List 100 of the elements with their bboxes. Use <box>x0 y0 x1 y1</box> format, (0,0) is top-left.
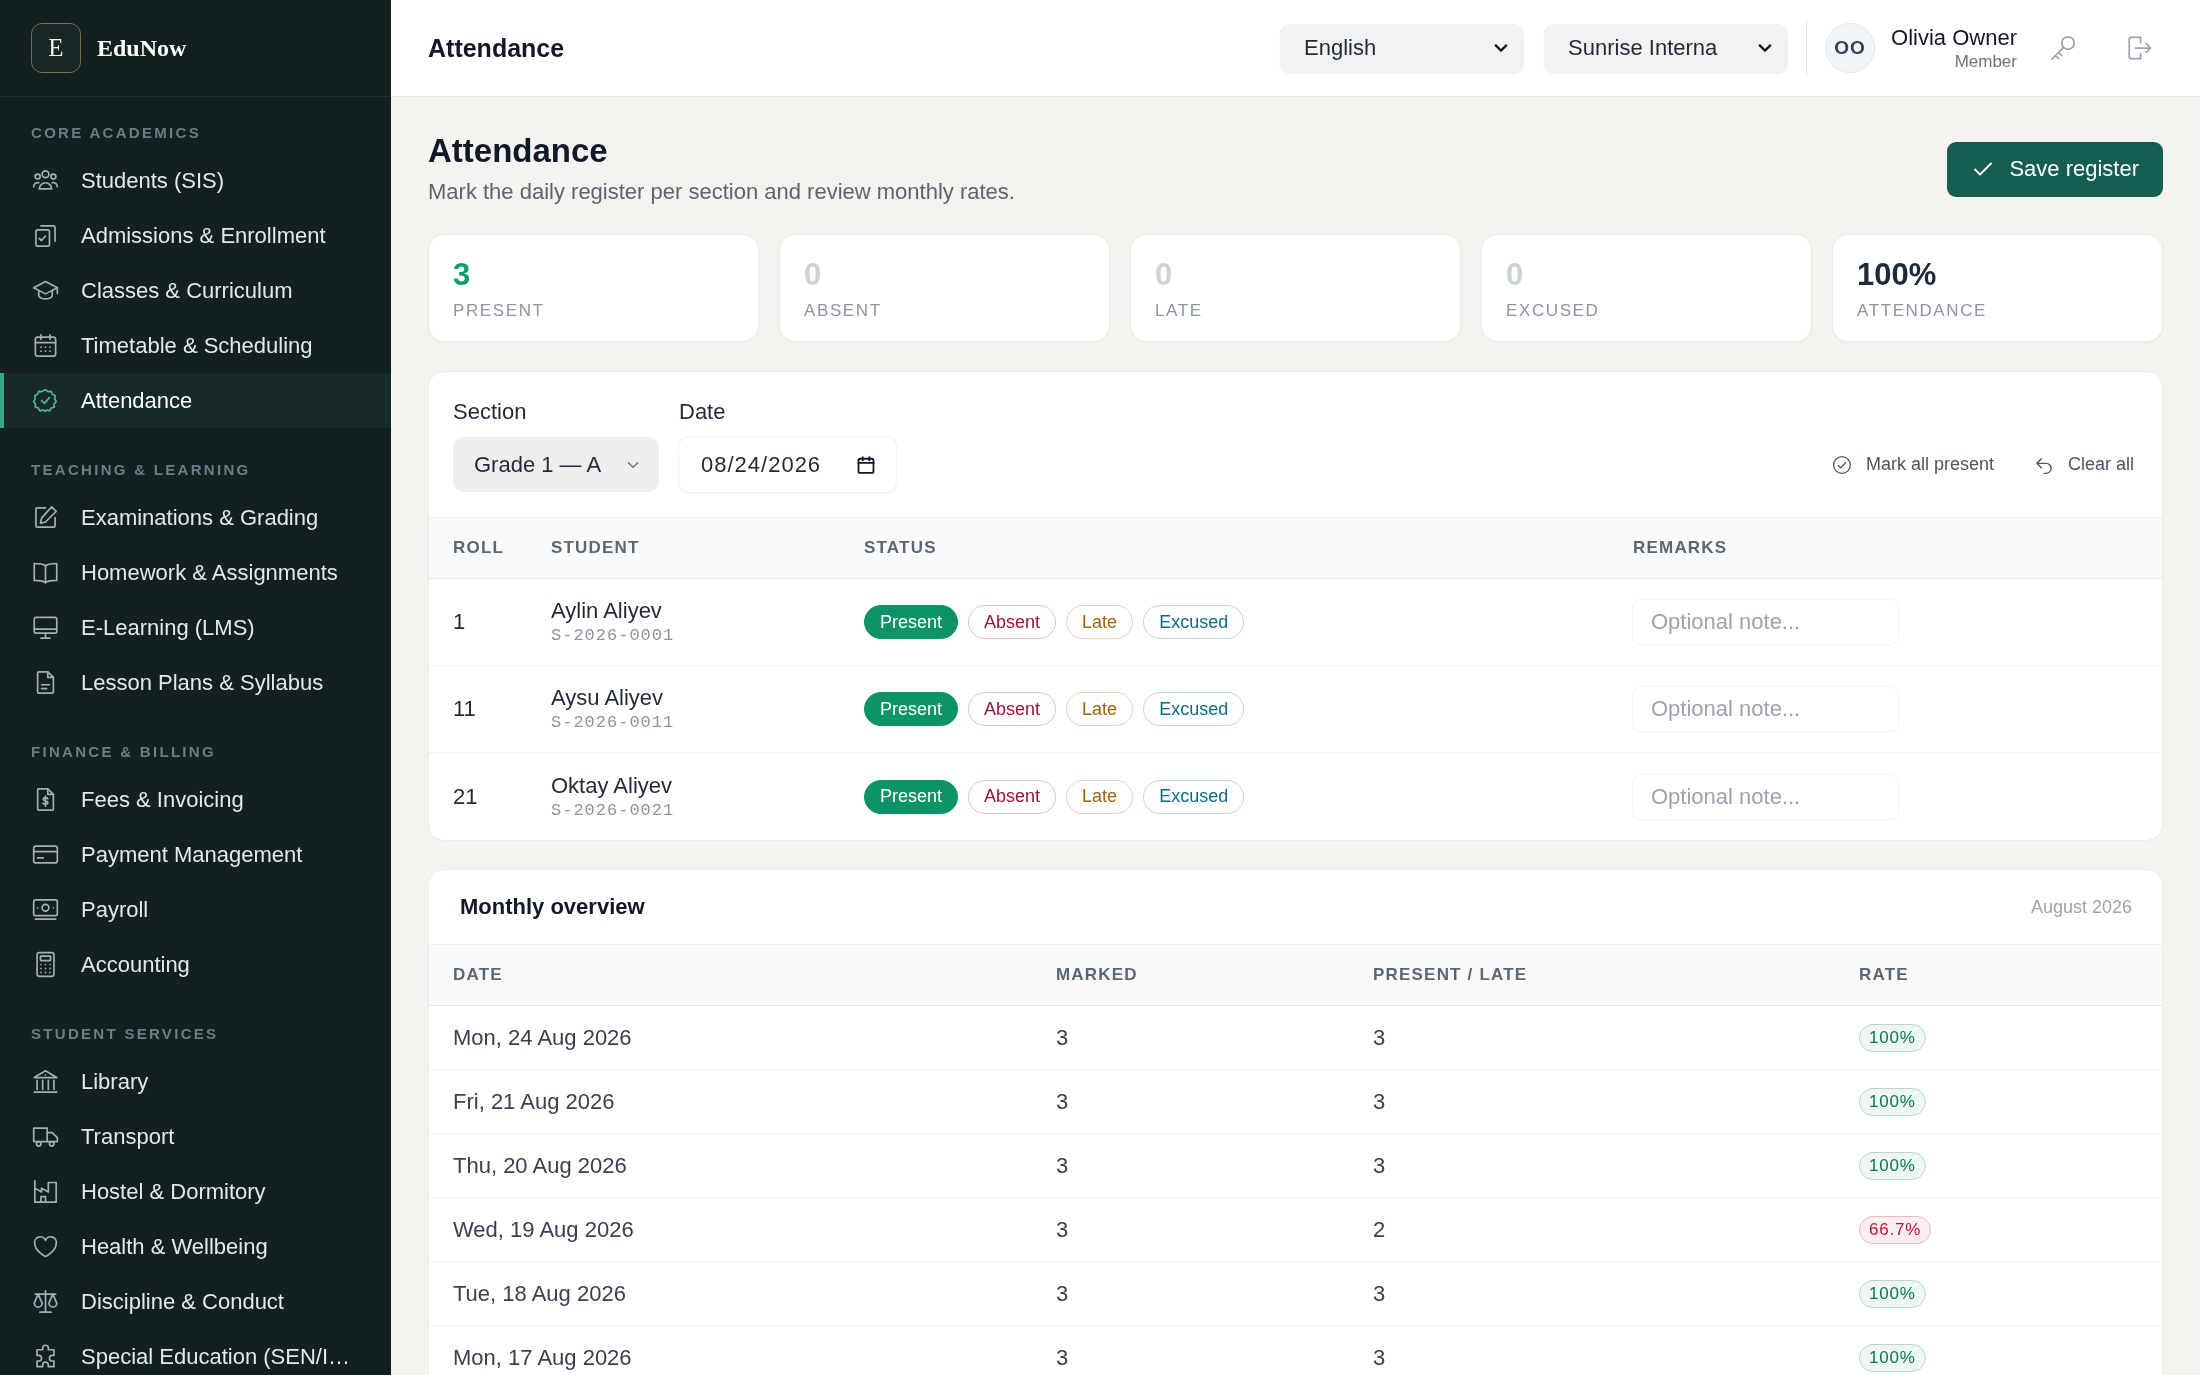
school-select[interactable]: Sunrise Interna <box>1544 23 1789 73</box>
nav-item[interactable]: Payment Management <box>0 827 391 882</box>
column-header: REMARKS <box>1633 538 1729 558</box>
section-select[interactable]: Grade 1 — A <box>453 437 659 492</box>
student-name: Aysu Aliyev <box>551 684 664 712</box>
stat-label: PRESENT <box>453 300 545 322</box>
status-pill[interactable]: Late <box>1066 605 1134 639</box>
column-header: ROLL <box>453 538 506 558</box>
student-name: Aylin Aliyev <box>551 597 662 625</box>
field-label: Date <box>679 400 726 424</box>
rate-badge: 100% <box>1859 1279 1926 1308</box>
student-name: Oktay Aliyev <box>551 771 673 800</box>
rate-badge: 100% <box>1859 1023 1926 1052</box>
save-button[interactable]: Save register <box>1947 141 2163 197</box>
key-icon <box>2048 33 2078 63</box>
remarks-field[interactable]: Optional note... <box>1633 600 1898 644</box>
status-pill[interactable]: Absent <box>968 692 1057 726</box>
avatar[interactable]: OO <box>1825 23 1876 73</box>
clear-button[interactable]: Clear all <box>2033 454 2134 475</box>
nav-item[interactable]: Lesson Plans & Syllabus <box>0 655 391 710</box>
mark-all-button[interactable]: Mark all present <box>1831 454 1994 475</box>
nav-item[interactable]: Timetable & Scheduling <box>0 318 391 373</box>
status-pill[interactable]: Late <box>1066 779 1134 814</box>
table-cell-text: 3 <box>1373 1280 1387 1307</box>
column-header: STUDENT <box>551 538 641 558</box>
table-cell-text: 3 <box>1373 1152 1387 1179</box>
roll-number: 11 <box>453 696 477 722</box>
rate-badge: 100% <box>1859 1151 1926 1180</box>
nav-item[interactable]: Library <box>0 1054 391 1109</box>
status-pill[interactable]: Excused <box>1143 692 1245 726</box>
status-pill[interactable]: Late <box>1066 692 1134 726</box>
status-pill[interactable]: Present <box>864 692 959 726</box>
section-heading: CORE ACADEMICS <box>30 123 201 143</box>
column-header: MARKED <box>1056 965 1139 985</box>
date-field[interactable]: 08/24/2026 <box>679 437 896 492</box>
user-role: Member <box>1954 50 2017 73</box>
student-id: S-2026-0011 <box>551 712 675 734</box>
heart-icon <box>32 1233 59 1260</box>
column-header: PRESENT / LATE <box>1373 965 1529 985</box>
nav-item[interactable]: Special Education (SEN/I… <box>0 1329 391 1375</box>
remarks-field[interactable]: Optional note... <box>1633 687 1898 731</box>
table-cell-text: 3 <box>1373 1344 1387 1371</box>
date-cell-text: Fri, 21 Aug 2026 <box>453 1088 616 1115</box>
nav-item[interactable]: Hostel & Dormitory <box>0 1164 391 1219</box>
clipboard-check-icon <box>32 222 59 249</box>
date-cell-text: Thu, 20 Aug 2026 <box>453 1152 628 1179</box>
table-cell-text: 3 <box>1373 1024 1387 1051</box>
nav-item[interactable]: Students (SIS) <box>0 153 391 208</box>
table-cell-text: 3 <box>1056 1152 1070 1179</box>
nav-item[interactable]: Homework & Assignments <box>0 545 391 600</box>
status-pill[interactable]: Absent <box>968 605 1057 639</box>
rate-badge: 100% <box>1859 1343 1926 1372</box>
table-cell-text: 3 <box>1056 1216 1070 1243</box>
nav-item[interactable]: Admissions & Enrollment <box>0 208 391 263</box>
status-pill[interactable]: Present <box>864 605 959 639</box>
banknote-icon <box>32 896 59 923</box>
badge-check-icon <box>32 387 59 414</box>
date-cell-text: Mon, 17 Aug 2026 <box>453 1344 633 1371</box>
section-heading: STUDENT SERVICES <box>30 1024 219 1044</box>
nav-item[interactable]: Attendance <box>0 373 391 428</box>
calendar-icon <box>856 454 876 475</box>
nav-item[interactable]: Accounting <box>0 937 391 992</box>
roll-number: 1 <box>453 609 467 635</box>
table-cell-text: 3 <box>1056 1024 1070 1051</box>
rate-badge: 100% <box>1859 1087 1926 1116</box>
nav-item[interactable]: Health & Wellbeing <box>0 1219 391 1274</box>
date-cell-text: Mon, 24 Aug 2026 <box>453 1024 633 1051</box>
table-cell-text: 2 <box>1373 1216 1387 1243</box>
status-pill[interactable]: Absent <box>968 779 1057 814</box>
stat-label: ABSENT <box>804 300 882 322</box>
page-subtitle: Mark the daily register per section and review monthly rates. <box>428 178 1015 206</box>
nav-item[interactable]: Fees & Invoicing <box>0 772 391 827</box>
nav-item[interactable]: Payroll <box>0 882 391 937</box>
logo: E <box>31 23 81 73</box>
section-heading: TEACHING & LEARNING <box>30 460 251 480</box>
header-title: Attendance <box>428 33 565 63</box>
status-pill[interactable]: Excused <box>1143 605 1245 639</box>
student-id: S-2026-0021 <box>551 799 675 822</box>
nav-item[interactable]: Discipline & Conduct <box>0 1274 391 1329</box>
table-cell-text: 3 <box>1056 1088 1070 1115</box>
nav-item[interactable]: Examinations & Grading <box>0 490 391 545</box>
remarks-field[interactable]: Optional note... <box>1633 774 1898 819</box>
date-cell-text: Wed, 19 Aug 2026 <box>453 1216 635 1243</box>
brand-name: EduNow <box>97 34 187 62</box>
nav-item[interactable]: E-Learning (LMS) <box>0 600 391 655</box>
nav-item[interactable]: Transport <box>0 1109 391 1164</box>
building-icon <box>32 1178 59 1205</box>
nav-item[interactable]: Classes & Curriculum <box>0 263 391 318</box>
date-cell-text: Tue, 18 Aug 2026 <box>453 1280 627 1307</box>
student-id: S-2026-0001 <box>551 625 675 647</box>
calendar-icon <box>32 332 59 359</box>
stat-value: 100% <box>1857 256 1937 294</box>
section-heading: FINANCE & BILLING <box>30 742 216 762</box>
column-header: STATUS <box>864 538 938 558</box>
status-pill[interactable]: Present <box>864 779 959 814</box>
language-select[interactable]: English <box>1280 23 1525 73</box>
edit-icon <box>32 504 59 531</box>
table-cell-text: 3 <box>1056 1280 1070 1307</box>
bank-icon <box>32 1068 59 1095</box>
status-pill[interactable]: Excused <box>1143 779 1245 814</box>
